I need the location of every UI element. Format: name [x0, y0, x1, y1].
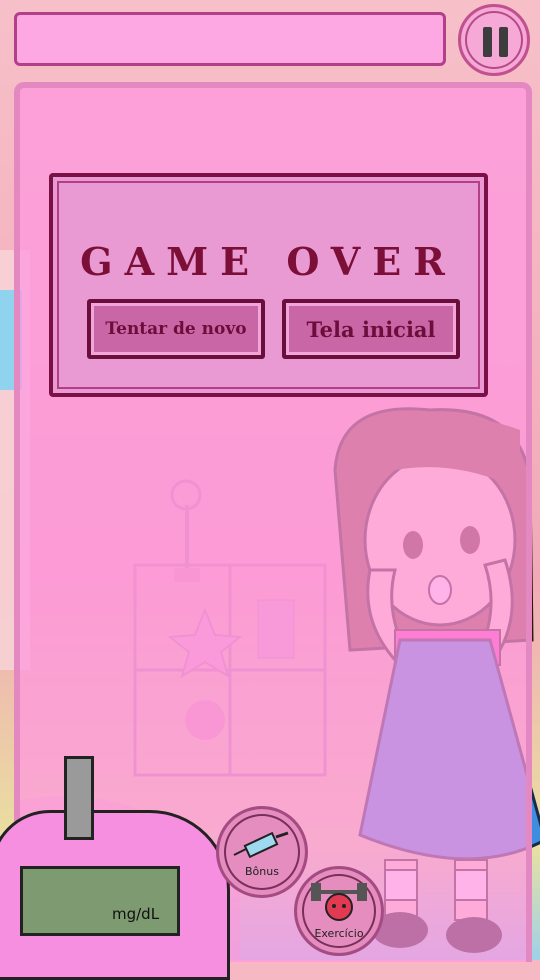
game-over-dialog: GAME OVER Tentar de novo Tela inicial	[49, 173, 488, 397]
bonus-button[interactable]: Bônus	[216, 806, 308, 898]
exercise-button[interactable]: Exercício	[294, 866, 384, 956]
pause-icon-bar	[499, 27, 508, 57]
glucometer-screen	[20, 866, 180, 936]
exercise-label: Exercício	[314, 927, 364, 940]
syringe-icon	[233, 831, 289, 859]
retry-button[interactable]: Tentar de novo	[87, 299, 265, 359]
game-over-title: GAME OVER	[80, 239, 457, 284]
glucose-bar	[14, 12, 446, 66]
glucose-unit-label: mg/dL	[112, 905, 160, 923]
pause-icon	[483, 27, 492, 57]
home-screen-button[interactable]: Tela inicial	[282, 299, 460, 359]
pause-button[interactable]	[458, 4, 530, 76]
bonus-label: Bônus	[245, 865, 279, 878]
dumbbell-icon	[311, 883, 367, 921]
glucometer-strip	[64, 756, 94, 840]
